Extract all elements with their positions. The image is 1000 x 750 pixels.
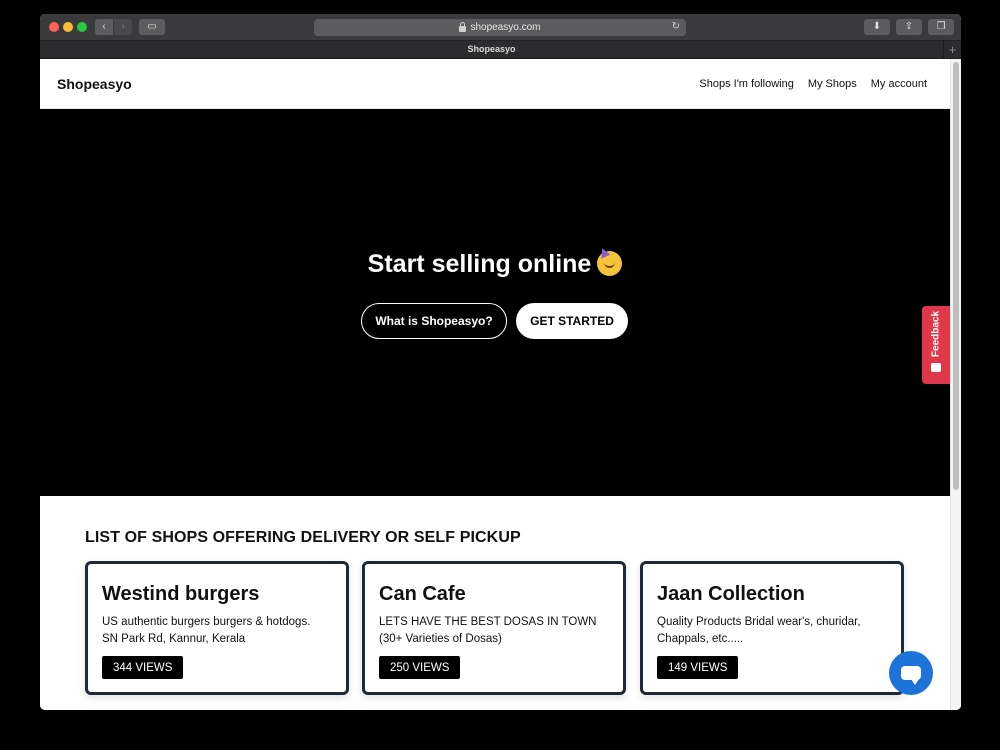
get-started-button[interactable]: GET STARTED: [516, 303, 628, 339]
downloads-button[interactable]: ⬇: [864, 19, 890, 35]
nav-my-shops[interactable]: My Shops: [808, 78, 857, 90]
shop-name: Jaan Collection: [657, 583, 805, 605]
shop-description: LETS HAVE THE BEST DOSAS IN TOWN (30+ Va…: [379, 614, 611, 648]
chat-widget-button[interactable]: [889, 651, 933, 695]
sidebar-icon: ▭: [147, 21, 157, 32]
share-icon: ⇪: [904, 21, 914, 32]
tabs-icon: ❐: [936, 21, 946, 32]
browser-window: ‹ › ▭ shopeasyo.com ↻ ⬇ ⇪ ❐ Shopeasyo + …: [40, 14, 961, 710]
nav-shops-following[interactable]: Shops I'm following: [699, 78, 793, 90]
shop-desc-line: SN Park Rd, Kannur, Kerala: [102, 633, 246, 645]
shop-name: Westind burgers: [102, 583, 260, 605]
chevron-left-icon: ‹: [102, 21, 106, 32]
feedback-label: Feedback: [930, 310, 942, 358]
web-page: Shopeasyo Shops I'm following My Shops M…: [40, 59, 961, 710]
views-badge: 250 VIEWS: [379, 656, 461, 679]
forward-button[interactable]: ›: [114, 19, 132, 35]
site-header: Shopeasyo Shops I'm following My Shops M…: [40, 59, 950, 109]
shop-description: US authentic burgers burgers & hotdogs. …: [102, 614, 334, 648]
download-icon: ⬇: [872, 21, 882, 32]
back-button[interactable]: ‹: [95, 19, 113, 35]
feedback-tab[interactable]: Feedback: [922, 306, 950, 384]
tabs-overview-button[interactable]: ❐: [928, 19, 954, 35]
share-button[interactable]: ⇪: [896, 19, 922, 35]
reload-icon[interactable]: ↻: [672, 21, 680, 32]
tab-bar: Shopeasyo +: [40, 41, 961, 59]
site-nav: Shops I'm following My Shops My account: [699, 78, 927, 90]
chat-icon: [901, 666, 921, 685]
nav-my-account[interactable]: My account: [871, 78, 927, 90]
partying-face-icon: [597, 251, 623, 276]
hero-section: Start selling online What is Shopeasyo? …: [40, 109, 950, 496]
close-window-button[interactable]: [49, 22, 59, 32]
site-logo[interactable]: Shopeasyo: [57, 76, 132, 92]
shop-card[interactable]: Westind burgers US authentic burgers bur…: [85, 561, 349, 695]
page-scrollbar[interactable]: [950, 59, 961, 710]
shop-desc-line: US authentic burgers burgers & hotdogs.: [102, 616, 311, 628]
sidebar-toggle-button[interactable]: ▭: [139, 19, 165, 35]
minimize-window-button[interactable]: [63, 22, 73, 32]
chevron-right-icon: ›: [121, 21, 125, 32]
lock-icon: [459, 21, 467, 32]
views-badge: 149 VIEWS: [657, 656, 739, 679]
shop-name: Can Cafe: [379, 583, 466, 605]
shop-desc-line: Chappals, etc.....: [657, 633, 744, 645]
shop-desc-line: Quality Products Bridal wear's, churidar…: [657, 616, 861, 628]
shop-card[interactable]: Jaan Collection Quality Products Bridal …: [640, 561, 904, 695]
shops-section-title: LIST OF SHOPS OFFERING DELIVERY OR SELF …: [85, 529, 521, 546]
views-badge: 344 VIEWS: [102, 656, 184, 679]
shop-card[interactable]: Can Cafe LETS HAVE THE BEST DOSAS IN TOW…: [362, 561, 626, 695]
what-is-shopeasyo-button[interactable]: What is Shopeasyo?: [361, 303, 507, 339]
browser-toolbar: ‹ › ▭ shopeasyo.com ↻ ⬇ ⇪ ❐: [40, 14, 961, 41]
feedback-icon: [931, 363, 941, 372]
scrollbar-thumb[interactable]: [953, 62, 959, 490]
hero-title-text: Start selling online: [367, 250, 592, 278]
shop-description: Quality Products Bridal wear's, churidar…: [657, 614, 889, 648]
new-tab-button[interactable]: +: [943, 41, 961, 59]
url-text: shopeasyo.com: [470, 22, 541, 33]
hero-title: Start selling online: [40, 250, 950, 279]
shop-desc-line: LETS HAVE THE BEST DOSAS IN TOWN: [379, 616, 597, 628]
shop-desc-line: (30+ Varieties of Dosas): [379, 633, 502, 645]
address-bar[interactable]: shopeasyo.com ↻: [314, 19, 686, 36]
zoom-window-button[interactable]: [77, 22, 87, 32]
tab-active[interactable]: Shopeasyo: [40, 44, 943, 54]
